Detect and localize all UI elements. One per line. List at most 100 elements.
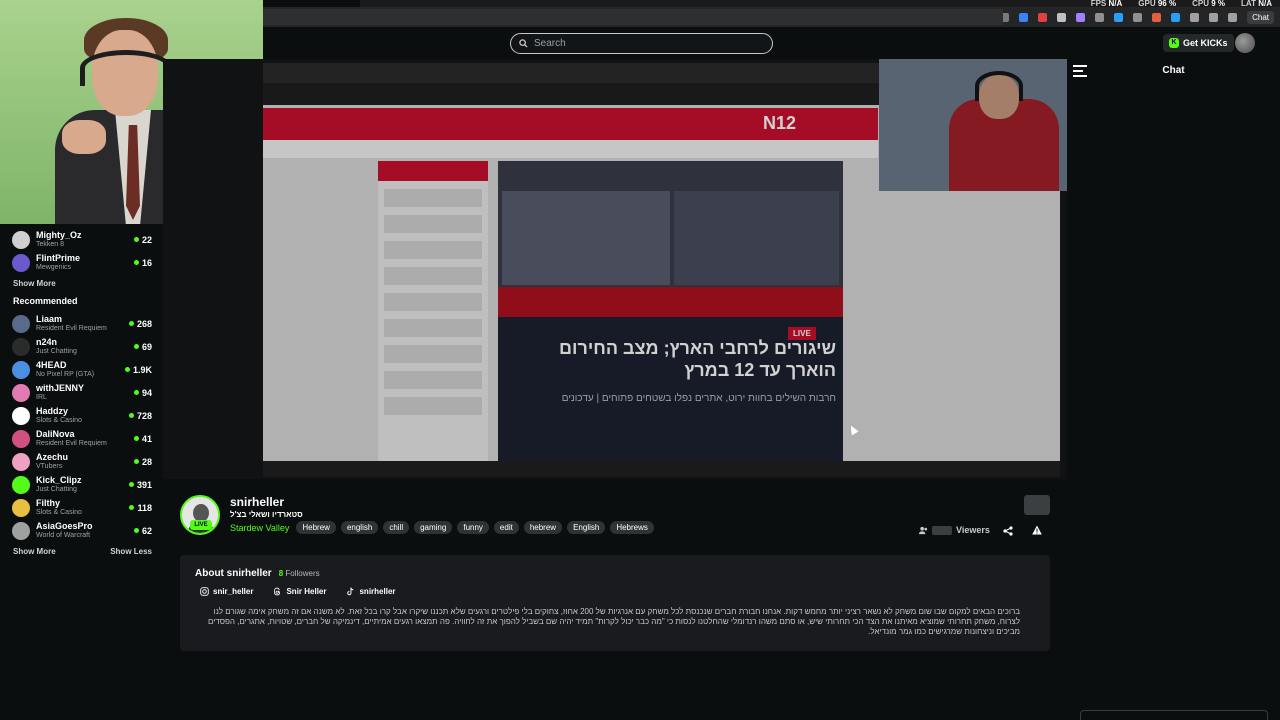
- sidebar-channel-item[interactable]: FlintPrime Mewgenics 16: [12, 251, 152, 274]
- extension-icon[interactable]: [1038, 12, 1048, 22]
- address-bar[interactable]: [263, 9, 1003, 25]
- channel-category: VTubers: [36, 463, 63, 470]
- social-link[interactable]: snir_heller: [200, 587, 253, 596]
- search-bar[interactable]: [510, 33, 773, 54]
- tag-chip[interactable]: English: [567, 521, 606, 534]
- sidebar-channel-item[interactable]: withJENNY IRL 94: [12, 381, 152, 404]
- extension-icon[interactable]: [1076, 12, 1086, 22]
- download-icon[interactable]: [1171, 12, 1181, 22]
- channel-name: Mighty_Oz: [36, 230, 82, 240]
- follow-button[interactable]: [1024, 495, 1050, 515]
- viewer-count: 268: [128, 318, 152, 329]
- channel-name: DaliNova: [36, 429, 75, 439]
- tag-row: Stardew Valley Hebrew english chill gaming f…: [230, 521, 654, 534]
- channel-name: Haddzy: [36, 406, 69, 416]
- sidebar-channel-item[interactable]: n24n Just Chatting 69: [12, 335, 152, 358]
- camera-icon[interactable]: [1095, 12, 1105, 22]
- channel-avatar: [12, 452, 30, 471]
- channel-category: Mewgenics: [36, 264, 72, 271]
- live-dot-icon: [133, 390, 139, 395]
- social-link[interactable]: Snir Heller: [273, 587, 326, 596]
- channel-name: withJENNY: [36, 383, 85, 393]
- tag-chip[interactable]: chill: [383, 521, 410, 534]
- tag-chip[interactable]: Hebrew: [296, 521, 336, 534]
- sidebar-channel-item[interactable]: Kick_Clipz Just Chatting 391: [12, 473, 152, 496]
- user-avatar[interactable]: [1235, 33, 1255, 53]
- live-dot-icon: [128, 482, 134, 487]
- profile-icon[interactable]: [1209, 12, 1219, 22]
- tiktok-icon: [346, 587, 355, 596]
- tag-chip[interactable]: funny: [457, 521, 489, 534]
- extension-icon[interactable]: [1114, 12, 1124, 22]
- share-icon[interactable]: [1003, 526, 1013, 536]
- report-warning-icon[interactable]: [1032, 525, 1042, 535]
- channel-avatar: [12, 475, 30, 494]
- tag-chip[interactable]: hebrew: [523, 521, 563, 534]
- sidebar-channel-item[interactable]: Mighty_Oz Tekken 8 22: [12, 228, 152, 251]
- show-less-button[interactable]: Show Less: [110, 547, 152, 556]
- viewer-count: 22: [133, 235, 152, 245]
- extension-icon[interactable]: [1152, 12, 1162, 22]
- stream-title: סטארדיו ושאלי בצ'ל: [230, 510, 303, 519]
- threads-icon: [273, 587, 282, 596]
- live-dot-icon: [128, 321, 134, 326]
- fps-stat: FPS N/A: [1090, 0, 1123, 8]
- about-title: About snirheller: [195, 568, 272, 579]
- following-list: Mighty_Oz Tekken 8 22 FlintPrime Mewgenics 16: [12, 228, 152, 274]
- sidebar-channel-item[interactable]: DaliNova Resident Evil Requiem 41: [12, 427, 152, 450]
- channel-avatar: [12, 314, 30, 333]
- shield-icon[interactable]: [1057, 12, 1067, 22]
- sidebar-channel-item[interactable]: Haddzy Slots & Casino 728: [12, 404, 152, 427]
- extensions-puzzle-icon[interactable]: [1190, 12, 1200, 22]
- viewer-count-value: 268: [136, 318, 152, 329]
- viewer-count-value: 728: [136, 410, 152, 421]
- channel-name: Kick_Clipz: [36, 475, 82, 485]
- get-kicks-button[interactable]: K Get KICKs: [1163, 34, 1234, 52]
- chat-panel: Chat: [1067, 59, 1280, 720]
- category-link[interactable]: Stardew Valley: [230, 523, 289, 533]
- stream-info: LIVE snirheller סטארדיו ושאלי בצ'ל Stard…: [163, 479, 1067, 720]
- live-dot-icon: [133, 459, 139, 464]
- channels-sidebar: Mighty_Oz Tekken 8 22 FlintPrime Mewgenics 16…: [0, 224, 162, 720]
- sidebar-channel-item[interactable]: Filthy Slots & Casino 118: [12, 496, 152, 519]
- extension-icon[interactable]: [1019, 12, 1029, 22]
- tag-chip[interactable]: english: [340, 521, 379, 534]
- tag-chip[interactable]: edit: [493, 521, 519, 534]
- followers-count: 8 Followers: [278, 569, 320, 578]
- sidebar-channel-item[interactable]: 4HEAD No Pixel RP (GTA) 1.9K: [12, 358, 152, 381]
- channel-category: Just Chatting: [36, 348, 77, 355]
- viewer-count: 94: [133, 388, 152, 398]
- viewer-count-value: 118: [137, 502, 152, 513]
- channel-name[interactable]: snirheller: [230, 495, 284, 509]
- search-input[interactable]: [534, 38, 754, 49]
- viewer-count: 391: [128, 480, 152, 490]
- video-player[interactable]: N12 LIVE שיגורים לרחבי הארץ; מצב החירום …: [163, 59, 1067, 479]
- sidebar-channel-item[interactable]: AsiaGoesPro World of Warcraft 62: [12, 519, 152, 542]
- channel-name: Azechu: [36, 452, 69, 462]
- viewer-count-value: 1.9K: [132, 364, 152, 375]
- tag-chip[interactable]: Hebrews: [610, 521, 654, 534]
- show-more-following-button[interactable]: Show More: [13, 279, 56, 288]
- viewer-count: Viewers: [919, 525, 990, 535]
- tag-chip[interactable]: gaming: [414, 521, 453, 534]
- social-link[interactable]: snirheller: [346, 587, 396, 596]
- site-header: K Get KICKs: [263, 27, 1280, 58]
- live-dot-icon: [133, 260, 139, 265]
- tag-icon[interactable]: [1133, 12, 1143, 22]
- viewer-count-value: [932, 525, 952, 535]
- viewer-count: 16: [133, 258, 152, 268]
- channel-avatar: [12, 521, 30, 540]
- browser-chat-button[interactable]: Chat: [1247, 10, 1274, 24]
- chat-input[interactable]: [1080, 710, 1268, 720]
- channel-category: World of Warcraft: [36, 532, 91, 539]
- channel-avatar: [12, 498, 30, 517]
- kick-coin-icon: K: [1169, 38, 1179, 48]
- sidebar-channel-item[interactable]: Azechu VTubers 28: [12, 450, 152, 473]
- social-handle: Snir Heller: [286, 587, 327, 596]
- menu-dots-icon[interactable]: [1228, 12, 1238, 22]
- viewer-count-value: 28: [141, 456, 152, 467]
- show-more-recommended-button[interactable]: Show More: [13, 547, 56, 556]
- sidebar-channel-item[interactable]: Liaam Resident Evil Requiem 268: [12, 312, 152, 335]
- channel-category: Slots & Casino: [36, 417, 82, 424]
- channel-avatar: [12, 253, 30, 272]
